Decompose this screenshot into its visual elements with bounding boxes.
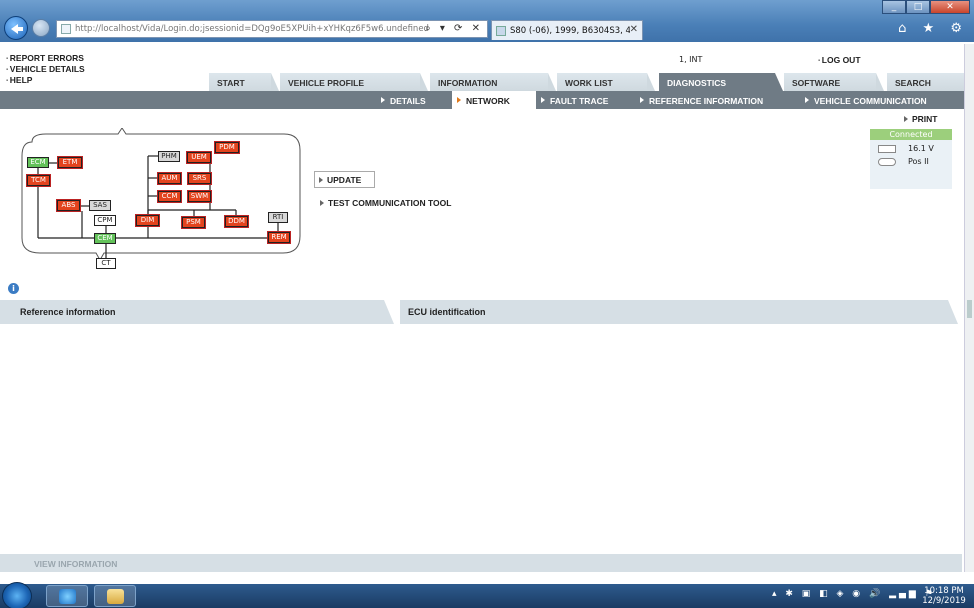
logout-link[interactable]: LOG OUT [818,55,861,65]
utility-links: REPORT ERRORS VEHICLE DETAILS HELP [6,53,85,86]
network-diagram: ECM ETM TCM ABS SAS CPM CEM CT PHM UEM P… [18,128,304,276]
subtab-reference-information[interactable]: REFERENCE INFORMATION [635,91,795,109]
subtab-details[interactable]: DETAILS [376,91,452,109]
ecu-rem[interactable]: REM [268,232,290,243]
ecu-srs[interactable]: SRS [188,173,211,184]
tab-start[interactable]: START [209,73,279,91]
forward-button[interactable] [32,19,50,37]
ignition-row: Pos II [878,157,952,166]
report-errors-link[interactable]: REPORT ERRORS [6,53,85,64]
print-link[interactable]: PRINT [900,114,938,124]
ecu-phm[interactable]: PHM [158,151,180,162]
main-tabs: START VEHICLE PROFILE INFORMATION WORK L… [209,73,974,91]
maximize-button[interactable]: □ [906,0,930,14]
folder-icon [107,589,124,604]
ecu-rti[interactable]: RTI [268,212,288,223]
close-window-button[interactable]: ✕ [930,0,970,14]
key-icon [878,157,896,166]
ecu-ddm[interactable]: DDM [225,216,248,227]
taskbar-explorer[interactable] [94,585,136,607]
connected-badge: Connected [870,129,952,140]
clock-time: 10:18 PM [924,586,964,596]
browser-chrome: http://localhost/Vida/Login.do;jsessioni… [0,0,974,42]
subtab-network[interactable]: NETWORK [452,91,536,109]
ecu-dim[interactable]: DIM [136,215,159,226]
browser-tab[interactable]: S80 (-06), 1999, B6304S3, 4T... ✕ [491,20,643,40]
voltage-value: 16.1 V [908,144,934,153]
taskbar: ▴ ✱ ▣ ◧ ◈ ◉ 🔊 ▂▄▆ ⚑ 10:18 PM 12/9/2019 [0,582,974,608]
ecu-aum[interactable]: AUM [158,173,181,184]
start-button[interactable] [2,582,32,608]
view-information-bar: VIEW INFORMATION [0,554,962,572]
back-button[interactable] [4,16,28,40]
voltage-row: 16.1 V [878,144,952,153]
address-controls[interactable]: ⌕ ▾ ⟳ ✕ [425,23,483,34]
tab-diagnostics[interactable]: DIAGNOSTICS [659,73,783,91]
key-position-value: Pos II [908,157,929,166]
ecu-ccm[interactable]: CCM [158,191,181,202]
tab-vehicle-profile[interactable]: VEHICLE PROFILE [280,73,428,91]
address-text: http://localhost/Vida/Login.do;jsessioni… [75,24,429,34]
vehicle-details-link[interactable]: VEHICLE DETAILS [6,64,85,75]
reference-information-header: Reference information [0,300,394,324]
tab-close-icon[interactable]: ✕ [630,24,638,35]
ecu-swm[interactable]: SWM [188,191,211,202]
ecu-cpm[interactable]: CPM [94,215,116,226]
ecu-uem[interactable]: UEM [187,152,211,163]
ecu-identification-header: ECU identification [400,300,958,324]
browser-toolbar-icons[interactable]: ⌂ ★ ⚙ [898,21,968,36]
clock-date: 12/9/2019 [922,596,966,606]
user-info: 1, INT [679,55,703,64]
update-button[interactable]: UPDATE [314,171,375,188]
clock[interactable]: 10:18 PM 12/9/2019 [920,586,968,606]
view-information-button[interactable]: VIEW INFORMATION [34,559,117,569]
tab-work-list[interactable]: WORK LIST [557,73,655,91]
internet-explorer-icon [59,589,76,604]
ecu-pdm[interactable]: PDM [215,142,239,153]
ecu-tcm[interactable]: TCM [27,175,50,186]
ecu-ct[interactable]: CT [96,258,116,269]
system-tray[interactable]: ▴ ✱ ▣ ◧ ◈ ◉ 🔊 ▂▄▆ ⚑ [772,589,936,599]
minimize-button[interactable]: _ [882,0,906,14]
window-controls: _ □ ✕ [882,0,970,14]
connection-status-panel: Connected 16.1 V Pos II [870,129,952,189]
ecu-cem[interactable]: CEM [94,233,116,244]
tab-favicon-icon [496,25,506,36]
tab-search[interactable]: SEARCH [887,73,974,91]
subtab-vehicle-communication[interactable]: VEHICLE COMMUNICATION [800,91,960,109]
tab-information[interactable]: INFORMATION [430,73,556,91]
ecu-sas[interactable]: SAS [89,200,111,211]
sub-navigation: DETAILS NETWORK FAULT TRACE REFERENCE IN… [0,91,974,109]
address-bar[interactable]: http://localhost/Vida/Login.do;jsessioni… [56,20,488,38]
ecu-ecm[interactable]: ECM [27,157,49,168]
browser-tab-label: S80 (-06), 1999, B6304S3, 4T... [510,25,630,36]
help-link[interactable]: HELP [6,75,85,86]
ecu-etm[interactable]: ETM [58,157,82,168]
ecu-psm[interactable]: PSM [182,217,205,228]
page-scrollbar[interactable] [964,44,974,572]
taskbar-ie[interactable] [46,585,88,607]
subtab-fault-trace[interactable]: FAULT TRACE [536,91,632,109]
test-communication-tool-link[interactable]: TEST COMMUNICATION TOOL [316,198,451,208]
info-icon[interactable]: i [8,283,19,294]
tab-software[interactable]: SOFTWARE [784,73,884,91]
ecu-abs[interactable]: ABS [57,200,80,211]
page-icon [61,24,71,34]
battery-icon [878,144,896,153]
